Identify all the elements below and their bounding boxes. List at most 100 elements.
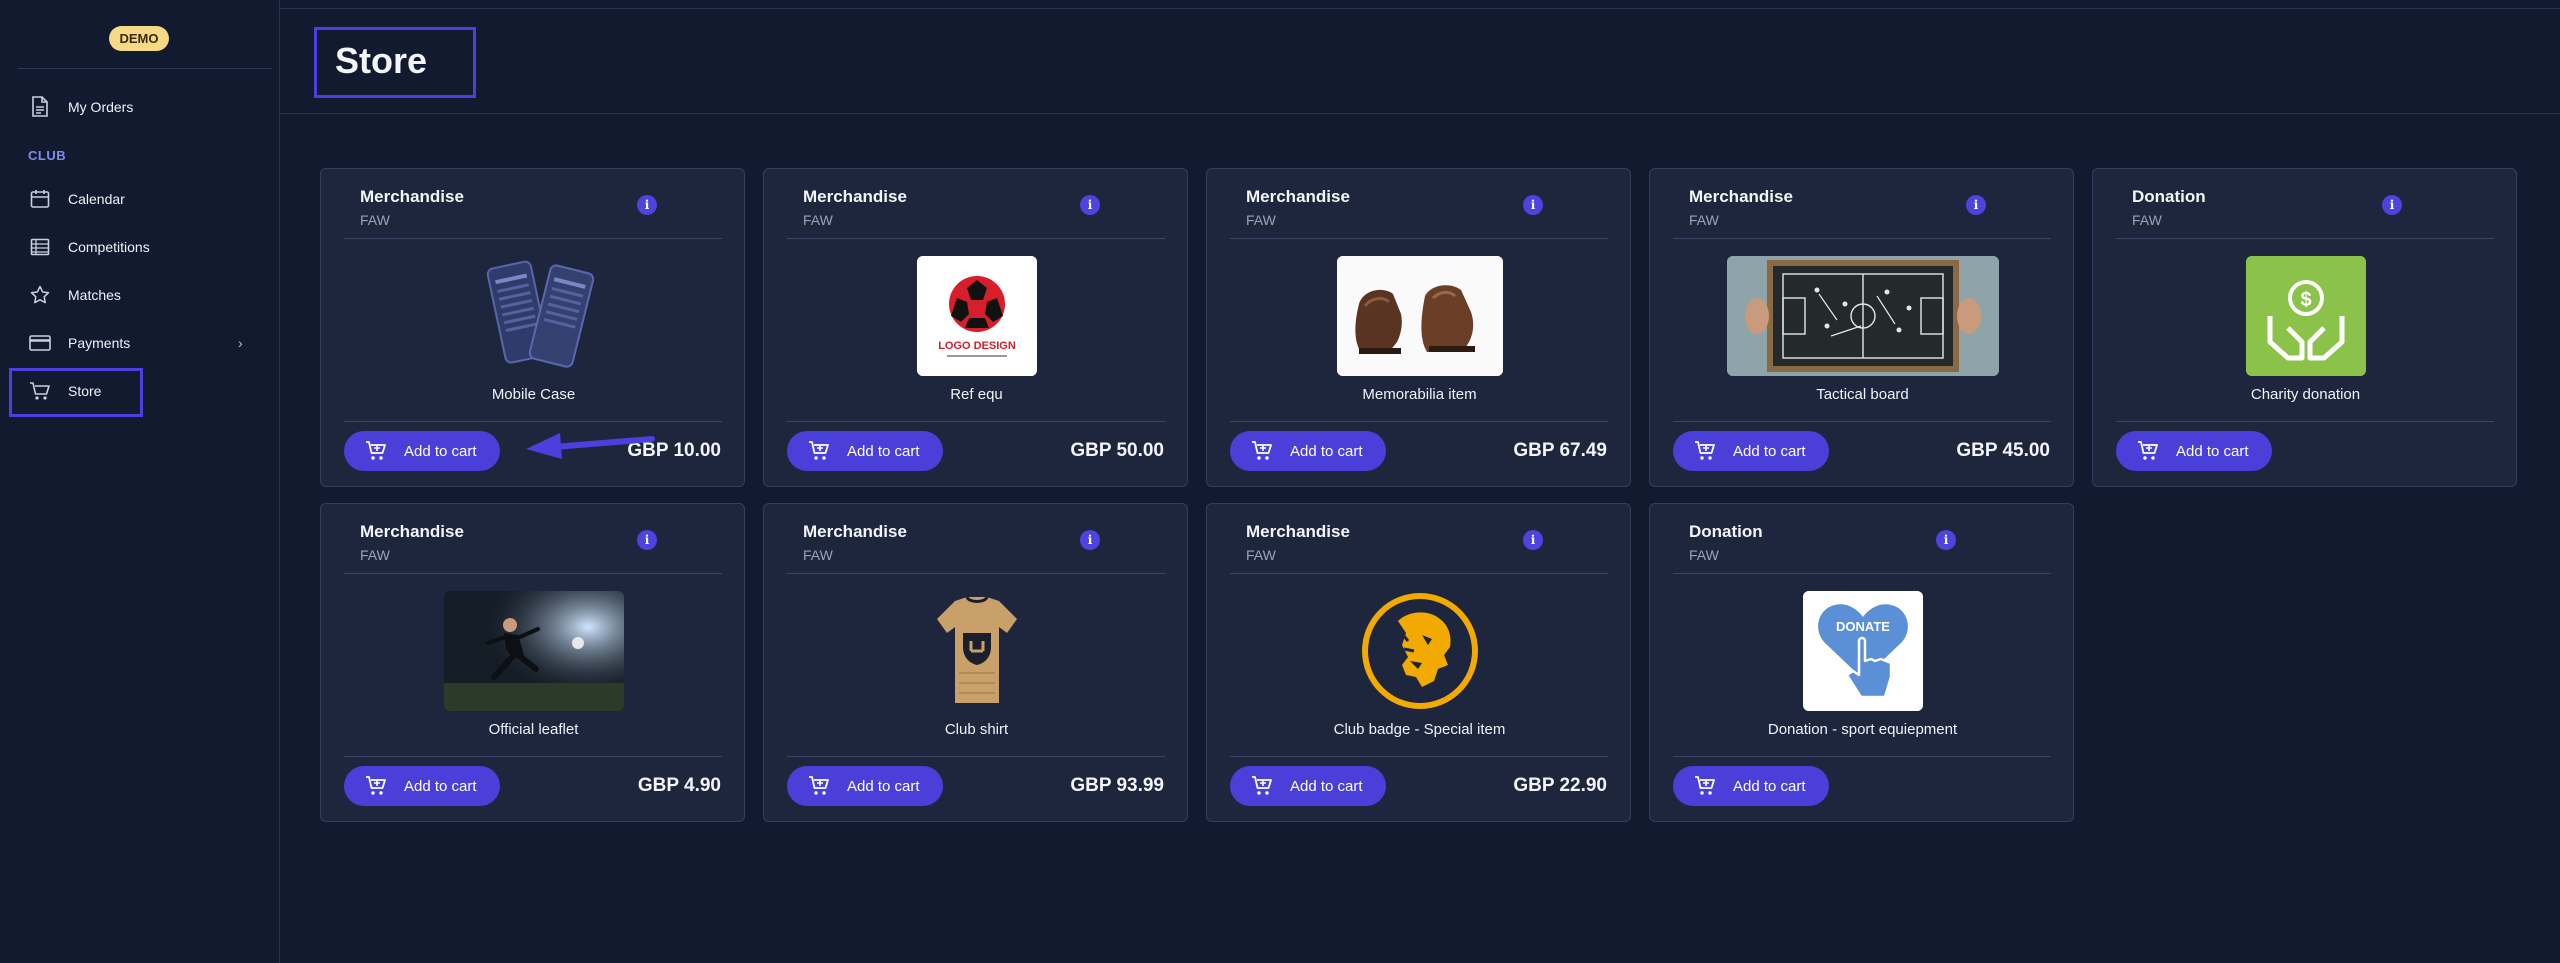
product-card: Merchandise FAW i LOGO DESIGN Ref equ Ad…: [763, 168, 1188, 487]
card-divider: [787, 573, 1165, 574]
card-divider: [2116, 238, 2494, 239]
product-category: Donation: [1689, 522, 1763, 541]
product-card: Merchandise FAW i Club shirt Add to cart…: [763, 503, 1188, 822]
info-icon[interactable]: i: [1523, 530, 1543, 550]
svg-text:$: $: [2300, 289, 2311, 311]
sidebar-item-payments[interactable]: Payments ›: [16, 323, 256, 363]
calendar-icon: [22, 179, 58, 219]
product-price: GBP 22.90: [1513, 775, 1607, 796]
product-name: Donation - sport equiepment: [1767, 721, 1958, 738]
product-name: Mobile Case: [491, 386, 576, 403]
add-to-cart-label: Add to cart: [2176, 442, 2249, 460]
card-divider: [1230, 756, 1608, 757]
info-icon[interactable]: i: [637, 530, 657, 550]
add-to-cart-button[interactable]: Add to cart: [344, 766, 500, 806]
product-org: FAW: [1246, 212, 1276, 228]
card-divider: [1230, 238, 1608, 239]
product-name: Official leaflet: [488, 721, 579, 738]
chevron-right-icon: ›: [238, 335, 243, 351]
add-to-cart-label: Add to cart: [404, 777, 477, 795]
product-category: Merchandise: [360, 522, 464, 541]
card-divider: [1673, 573, 2051, 574]
sidebar: DEMO My Orders CLUB Calendar Competition…: [0, 0, 280, 963]
card-divider: [2116, 421, 2494, 422]
add-cart-icon: [1252, 776, 1272, 795]
sidebar-section-label: CLUB: [28, 148, 67, 163]
info-icon[interactable]: i: [1080, 530, 1100, 550]
product-price: GBP 93.99: [1070, 775, 1164, 796]
add-to-cart-label: Add to cart: [1290, 442, 1363, 460]
sidebar-item-label: Matches: [68, 287, 121, 303]
document-icon: [22, 87, 58, 127]
product-card: Merchandise FAW i Tactical board Add to …: [1649, 168, 2074, 487]
sidebar-item-matches[interactable]: Matches: [16, 275, 256, 315]
add-to-cart-button[interactable]: Add to cart: [1673, 431, 1829, 471]
add-cart-icon: [366, 441, 386, 460]
product-org: FAW: [803, 212, 833, 228]
card-divider: [787, 756, 1165, 757]
product-org: FAW: [1246, 547, 1276, 563]
product-image: LOGO DESIGN: [917, 256, 1037, 376]
product-image: $: [2246, 256, 2366, 376]
product-org: FAW: [360, 212, 390, 228]
add-cart-icon: [2138, 441, 2158, 460]
product-category: Merchandise: [803, 187, 907, 206]
product-image: DONATE: [1803, 591, 1923, 711]
product-price: GBP 45.00: [1956, 440, 2050, 461]
sidebar-item-label: My Orders: [68, 99, 134, 115]
card-divider: [1673, 756, 2051, 757]
add-to-cart-button[interactable]: Add to cart: [1673, 766, 1829, 806]
product-image: [1360, 591, 1480, 711]
add-cart-icon: [809, 441, 829, 460]
product-org: FAW: [1689, 212, 1719, 228]
product-name: Tactical board: [1816, 386, 1909, 403]
star-icon: [22, 275, 58, 315]
info-icon[interactable]: i: [1523, 195, 1543, 215]
product-org: FAW: [2132, 212, 2162, 228]
add-to-cart-label: Add to cart: [404, 442, 477, 460]
sidebar-item-my-orders[interactable]: My Orders: [16, 87, 256, 127]
product-card: Merchandise FAW i Club badge - Special i…: [1206, 503, 1631, 822]
demo-badge: DEMO: [109, 26, 169, 51]
product-card: Donation FAW i DONATE Donation - sport e…: [1649, 503, 2074, 822]
add-to-cart-button[interactable]: Add to cart: [787, 431, 943, 471]
logo-text: LOGO DESIGN: [938, 340, 1016, 352]
product-price: GBP 50.00: [1070, 440, 1164, 461]
card-divider: [787, 421, 1165, 422]
sidebar-divider: [18, 68, 272, 69]
product-name: Ref equ: [950, 386, 1003, 403]
product-org: FAW: [1689, 547, 1719, 563]
product-category: Merchandise: [360, 187, 464, 206]
sidebar-item-competitions[interactable]: Competitions: [16, 227, 256, 267]
product-category: Merchandise: [1246, 187, 1350, 206]
add-cart-icon: [1695, 441, 1715, 460]
info-icon[interactable]: i: [1966, 195, 1986, 215]
info-icon[interactable]: i: [1080, 195, 1100, 215]
add-to-cart-button[interactable]: Add to cart: [344, 431, 500, 471]
add-to-cart-label: Add to cart: [847, 777, 920, 795]
add-to-cart-button[interactable]: Add to cart: [1230, 431, 1386, 471]
product-category: Merchandise: [1689, 187, 1793, 206]
sidebar-item-label: Competitions: [68, 239, 150, 255]
product-category: Donation: [2132, 187, 2206, 206]
product-image: [1727, 256, 1999, 376]
add-cart-icon: [809, 776, 829, 795]
store-highlight-box: [9, 368, 143, 417]
product-name: Club badge - Special item: [1333, 721, 1506, 738]
donate-text: DONATE: [1836, 619, 1890, 634]
info-icon[interactable]: i: [1936, 530, 1956, 550]
sidebar-item-label: Calendar: [68, 191, 125, 207]
add-to-cart-button[interactable]: Add to cart: [2116, 431, 2272, 471]
header-divider: [280, 113, 2560, 114]
add-to-cart-button[interactable]: Add to cart: [787, 766, 943, 806]
add-cart-icon: [1252, 441, 1272, 460]
add-to-cart-label: Add to cart: [847, 442, 920, 460]
info-icon[interactable]: i: [2382, 195, 2402, 215]
sidebar-item-calendar[interactable]: Calendar: [16, 179, 256, 219]
add-to-cart-button[interactable]: Add to cart: [1230, 766, 1386, 806]
product-price: GBP 4.90: [637, 775, 721, 796]
product-card: Merchandise FAW i Official leaflet Add t…: [320, 503, 745, 822]
list-icon: [22, 227, 58, 267]
card-divider: [1230, 573, 1608, 574]
info-icon[interactable]: i: [637, 195, 657, 215]
